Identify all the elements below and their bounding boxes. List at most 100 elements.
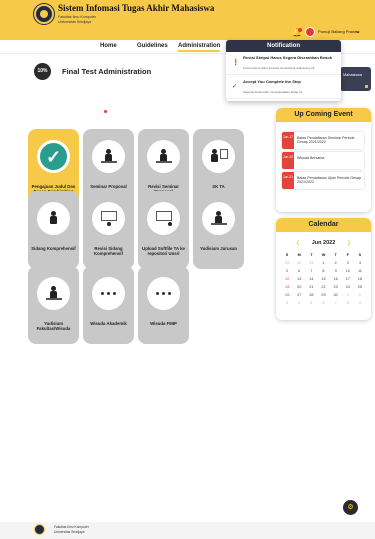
calendar-day[interactable]: 30 [330,292,342,298]
event-date: Jun 17 [282,132,294,149]
notification-title: Notification [226,40,341,52]
calendar-day[interactable]: 5 [281,268,293,274]
page-title: Final Test Administration [62,67,152,76]
footer-logo [34,524,45,535]
event-item[interactable]: Jun 21 Batas Pendaftaran Ujian Periode G… [282,172,364,189]
event-item[interactable]: Jun 17 Batas Pendaftaran Seminar Periode… [282,132,364,149]
ceremony-icon [147,277,180,310]
calendar-day[interactable]: 10 [342,268,354,274]
info-icon: ❗ [232,60,240,66]
footer-faculty: Fakultas Ilmu Komputer [54,525,89,529]
calendar-panel: Calendar ❮ Jun 2022 ❯ S M T W T F S 29 30 31 1 2 3 4 5… [276,218,371,320]
banner-label: Mahasiswa [343,73,362,77]
event-text: Batas Pendaftaran Ujian Periode Genap 20… [297,176,362,185]
calendar-day[interactable]: 9 [354,300,366,306]
calendar-day[interactable]: 2 [354,292,366,298]
calendar-day[interactable]: 7 [305,268,317,274]
calendar-day[interactable]: 24 [342,284,354,290]
step-card-yudisium-fakultas[interactable]: Yudisium Fakultas/Wisuda [28,266,79,344]
presentation-icon [92,140,125,173]
calendar-day[interactable]: 12 [281,276,293,282]
step-label: Seminar Proposal [90,184,127,189]
calendar-day[interactable]: 23 [330,284,342,290]
notification-item-body: Selamat Anda telah menyelesaikan tahap i… [243,90,303,94]
calendar-day[interactable]: 8 [342,300,354,306]
step-card-upload-softfile[interactable]: Upload Softfile TA ke repositori Unsri [138,191,189,269]
upcoming-events-panel: Up Coming Event Jun 17 Batas Pendaftaran… [276,108,371,212]
event-date: Jun 21 [282,172,294,189]
step-card-wisuda-fmip[interactable]: Wisuda FMIP [138,266,189,344]
step-card-wisuda-akademik[interactable]: Wisuda Akademik [83,266,134,344]
event-item[interactable]: Jun 20 Wisuda Bersama [282,152,364,169]
calendar-day[interactable]: 6 [317,300,329,306]
nav-home[interactable]: Home [100,43,117,49]
calendar-day[interactable]: 16 [330,276,342,282]
weekday-label: W [321,253,326,257]
calendar-day[interactable]: 4 [354,260,366,266]
calendar-day[interactable]: 29 [281,260,293,266]
calendar-grid: S M T W T F S 29 30 31 1 2 3 4 5 6 7 8 9 10 11 12 13 14 15 16 17 18… [281,252,366,306]
chevron-right-icon[interactable]: ❯ [347,240,351,246]
calendar-day[interactable]: 18 [354,276,366,282]
calendar-day[interactable]: 8 [317,268,329,274]
calendar-month: Jun 2022 [311,240,336,246]
calendar-title: Calendar [276,218,371,232]
nav-guidelines[interactable]: Guidelines [137,43,168,49]
calendar-day[interactable]: 27 [293,292,305,298]
calendar-day[interactable]: 7 [330,300,342,306]
calendar-day[interactable]: 22 [317,284,329,290]
calendar-day[interactable]: 20 [293,284,305,290]
calendar-day[interactable]: 30 [293,260,305,266]
calendar-day[interactable]: 13 [293,276,305,282]
nav-administration[interactable]: Administration [178,43,221,52]
weekday-label: T [310,253,313,257]
calendar-day[interactable]: 3 [281,300,293,306]
weekday-label: T [334,253,337,257]
notification-item[interactable]: ✓ Accept You Complete the Step Selamat A… [226,76,341,99]
weekday-label: M [297,253,301,257]
footer: Fakultas Ilmu Komputer Universitas Sriwi… [0,522,375,539]
notification-item-body: Lorem ipsum dolor sit amet consectetur a… [243,66,315,70]
calendar-day[interactable]: 9 [330,268,342,274]
step-card-revisi-sidang[interactable]: Revisi Sidang Komprehensif [83,191,134,269]
settings-fab[interactable]: ⚙ [343,500,358,515]
step-card-sidang-komprehensif[interactable]: Sidang Komprehensif [28,191,79,269]
footer-university: Universitas Sriwijaya [54,530,85,534]
calendar-day[interactable]: 5 [305,300,317,306]
weekday-label: F [346,253,349,257]
step-label: Wisuda FMIP [150,321,177,326]
step-card-yudisium-jurusan[interactable]: Yudisium Jurusan [193,191,244,269]
calendar-day[interactable]: 14 [305,276,317,282]
calendar-day[interactable]: 25 [354,284,366,290]
calendar-day[interactable]: 26 [281,292,293,298]
calendar-day[interactable]: 1 [317,260,329,266]
calendar-day[interactable]: 1 [342,292,354,298]
revision-icon [147,140,180,173]
step-label: Sidang Komprehensif [31,246,76,251]
calendar-day[interactable]: 28 [305,292,317,298]
step-label: Upload Softfile TA ke repositori Unsri [142,246,185,257]
username[interactable]: Pamuji Baliang Prawiro [318,29,359,34]
user-avatar[interactable] [305,27,315,37]
calendar-day[interactable]: 31 [305,260,317,266]
event-text: Wisuda Bersama [297,156,325,160]
app-subtitle-faculty: Fakultas Ilmu Komputer [58,15,96,19]
calendar-day[interactable]: 11 [354,268,366,274]
weekday-label: S [358,253,362,257]
calendar-day[interactable]: 19 [281,284,293,290]
chevron-down-icon[interactable]: ⌄ [355,27,361,35]
step-label: SK TA [212,184,225,189]
calendar-day[interactable]: 29 [317,292,329,298]
calendar-day[interactable]: 3 [342,260,354,266]
step-label: Wisuda Akademik [90,321,127,326]
calendar-day[interactable]: 17 [342,276,354,282]
graduation-icon [37,277,70,310]
calendar-day[interactable]: 21 [305,284,317,290]
calendar-day[interactable]: 4 [293,300,305,306]
calendar-day[interactable]: 15 [317,276,329,282]
notification-dropdown: Notification ❗ Revisi Skripsi Harus Sege… [226,40,341,101]
calendar-day[interactable]: 6 [293,268,305,274]
calendar-day[interactable]: 2 [330,260,342,266]
notification-item[interactable]: ❗ Revisi Skripsi Harus Segera Diserahkan… [226,52,341,75]
step-label: Yudisium Jurusan [199,246,237,251]
